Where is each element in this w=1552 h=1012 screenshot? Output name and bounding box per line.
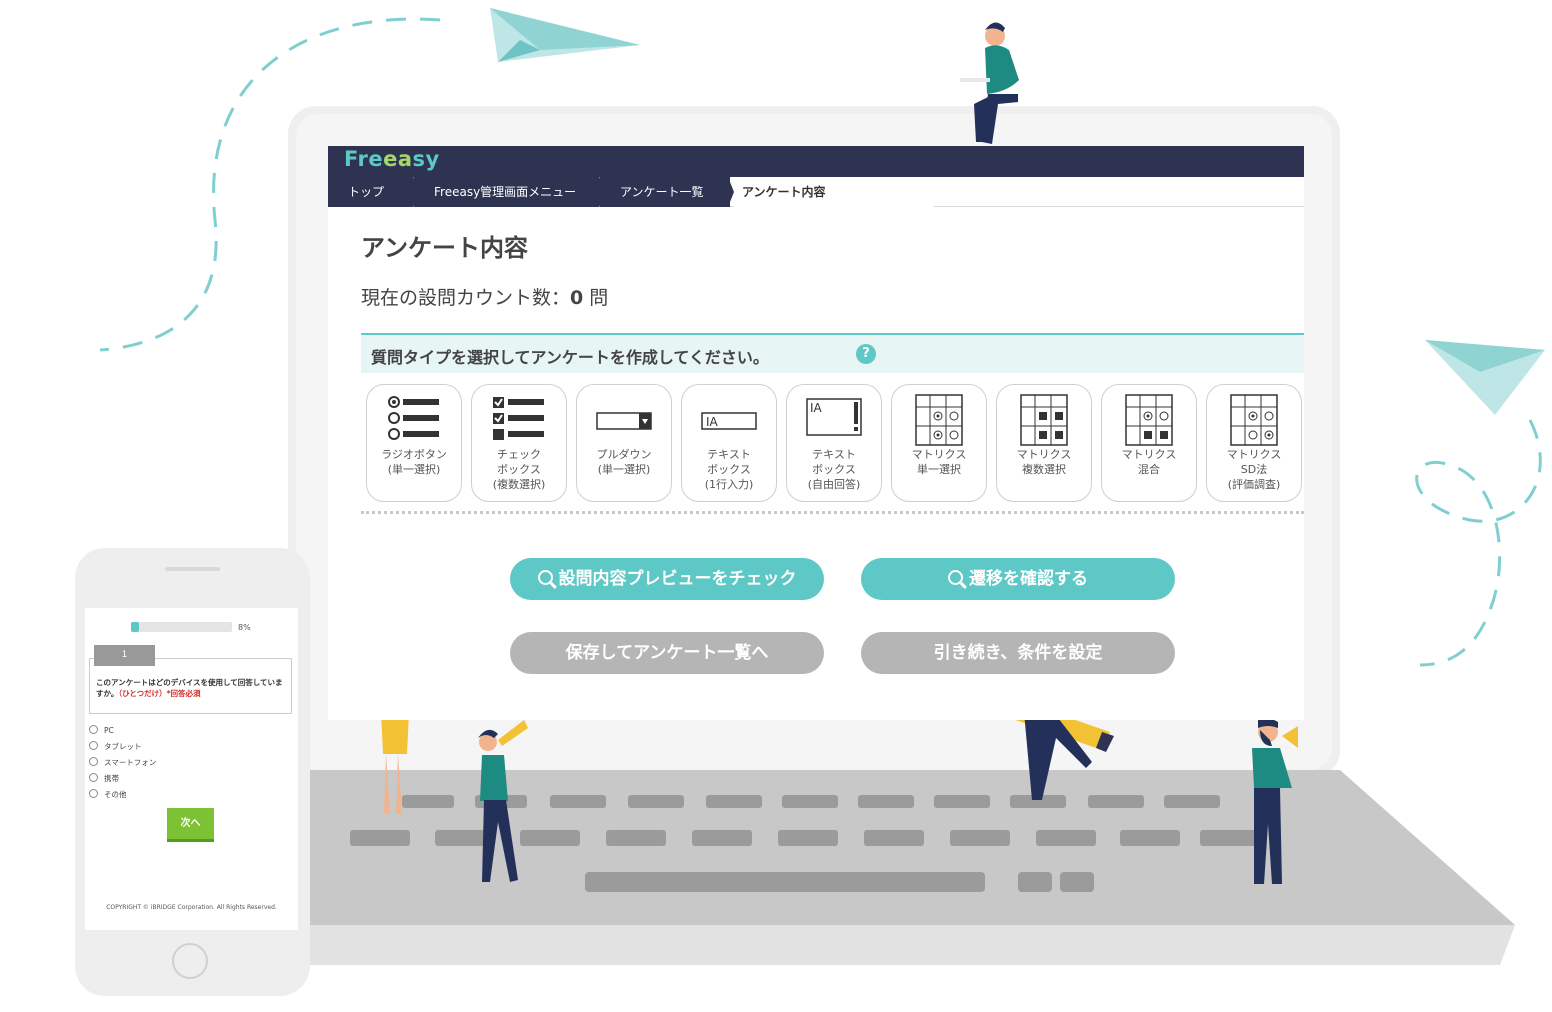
laptop-screen: Freeasy トップ Freeasy管理画面メニュー アンケート一覧 アンケー… [328,146,1304,720]
option-feature-phone[interactable]: 携帯 [89,773,119,785]
question-type-list: ラジオボタン (単一選択) チェック ボックス (複数選択) プルダウン (単一選択) … [366,384,1304,502]
checkbox-list-icon [493,397,544,440]
option-smartphone[interactable]: スマートフォン [89,757,156,769]
radio-icon [89,757,98,766]
textbox-single-icon: IA [701,412,757,430]
question-type-label: プルダウン (単一選択) [596,448,652,476]
question-type-banner: 質問タイプを選択してアンケートを作成してください。 ? [361,333,1304,373]
dotted-divider [361,511,1304,514]
question-count: 現在の設問カウント数：0 問 [361,283,608,310]
question-type-matrix-sd[interactable]: マトリクス SD法 (評価調査) [1206,384,1302,502]
question-type-matrix-single[interactable]: マトリクス 単一選択 [891,384,987,502]
matrix-sd-icon [1230,394,1278,446]
progress-bar-fill [131,622,140,632]
question-type-dropdown[interactable]: プルダウン (単一選択) [576,384,672,502]
preview-button[interactable]: 設問内容プレビューをチェック [510,558,824,600]
question-text: このアンケートはどのデバイスを使用して回答していますか。（ひとつだけ）*回答必須 [96,678,283,698]
phone-screen: 8% このアンケートはどのデバイスを使用して回答していますか。（ひとつだけ）*回… [85,608,298,930]
question-box: このアンケートはどのデバイスを使用して回答していますか。（ひとつだけ）*回答必須 [89,658,292,714]
dashed-loop-path [1415,419,1542,667]
progress-label: 8% [238,623,251,632]
freeasy-logo[interactable]: Freeasy [344,147,440,171]
option-tablet[interactable]: タブレット [89,741,142,753]
matrix-mixed-icon [1125,394,1173,446]
progress-bar [131,622,232,632]
svg-text:IA: IA [706,415,719,429]
paper-plane-icon [490,8,640,62]
question-type-textbox-multi[interactable]: IA テキスト ボックス (自由回答) [786,384,882,502]
question-type-label: マトリクス 複数選択 [1016,448,1072,476]
question-count-value: 0 [570,287,584,309]
radio-icon [89,773,98,782]
matrix-multi-icon [1020,394,1068,446]
textbox-multi-icon: IA [806,398,862,436]
breadcrumb-top[interactable]: トップ [328,177,414,207]
question-number: 1 [94,645,155,666]
breadcrumb-admin-menu[interactable]: Freeasy管理画面メニュー [414,177,600,207]
question-type-radio[interactable]: ラジオボタン (単一選択) [366,384,462,502]
question-count-unit: 問 [583,287,609,309]
question-type-label: マトリクス 単一選択 [911,448,967,476]
question-type-label: ラジオボタン (単一選択) [381,448,447,476]
question-type-checkbox[interactable]: チェック ボックス (複数選択) [471,384,567,502]
top-header-bar: Freeasy [328,146,1304,177]
question-type-textbox-single[interactable]: IA テキスト ボックス (1行入力) [681,384,777,502]
option-other[interactable]: その他 [89,789,127,801]
page-title: アンケート内容 [361,234,529,262]
breadcrumb-survey-list[interactable]: アンケート一覧 [600,177,730,207]
question-count-label: 現在の設問カウント数： [361,287,571,309]
question-type-label: チェック ボックス (複数選択) [492,448,546,491]
question-type-label: マトリクス SD法 (評価調査) [1226,448,1282,491]
option-pc[interactable]: PC [89,725,114,737]
question-type-prompt: 質問タイプを選択してアンケートを作成してください。 [371,348,769,367]
question-type-matrix-mixed[interactable]: マトリクス 混合 [1101,384,1197,502]
question-type-matrix-multi[interactable]: マトリクス 複数選択 [996,384,1092,502]
copyright-text: COPYRIGHT © iBRIDGE Corporation. All Rig… [106,904,277,911]
svg-text:IA: IA [810,401,823,415]
check-transition-button[interactable]: 遷移を確認する [861,558,1175,600]
question-required-note: （ひとつだけ）*回答必須 [118,689,201,698]
radio-icon [89,741,98,750]
set-conditions-button[interactable]: 引き続き、条件を設定 [861,632,1175,674]
help-icon[interactable]: ? [856,344,876,364]
radio-list-icon [388,396,439,440]
question-type-label: マトリクス 混合 [1121,448,1177,476]
matrix-single-icon [915,394,963,446]
save-to-list-button[interactable]: 保存してアンケート一覧へ [510,632,824,674]
search-icon [948,570,963,585]
question-type-label: テキスト ボックス (1行入力) [704,448,754,491]
laptop-base [190,770,1515,925]
radio-icon [89,725,98,734]
question-type-label: テキスト ボックス (自由回答) [807,448,861,491]
dropdown-icon [596,412,652,430]
breadcrumb: トップ Freeasy管理画面メニュー アンケート一覧 アンケート内容 [328,177,1304,207]
breadcrumb-current: アンケート内容 [734,177,934,207]
next-button[interactable]: 次へ [167,808,214,842]
search-icon [537,570,553,585]
paper-plane-icon [1425,340,1545,415]
radio-icon [89,789,98,798]
